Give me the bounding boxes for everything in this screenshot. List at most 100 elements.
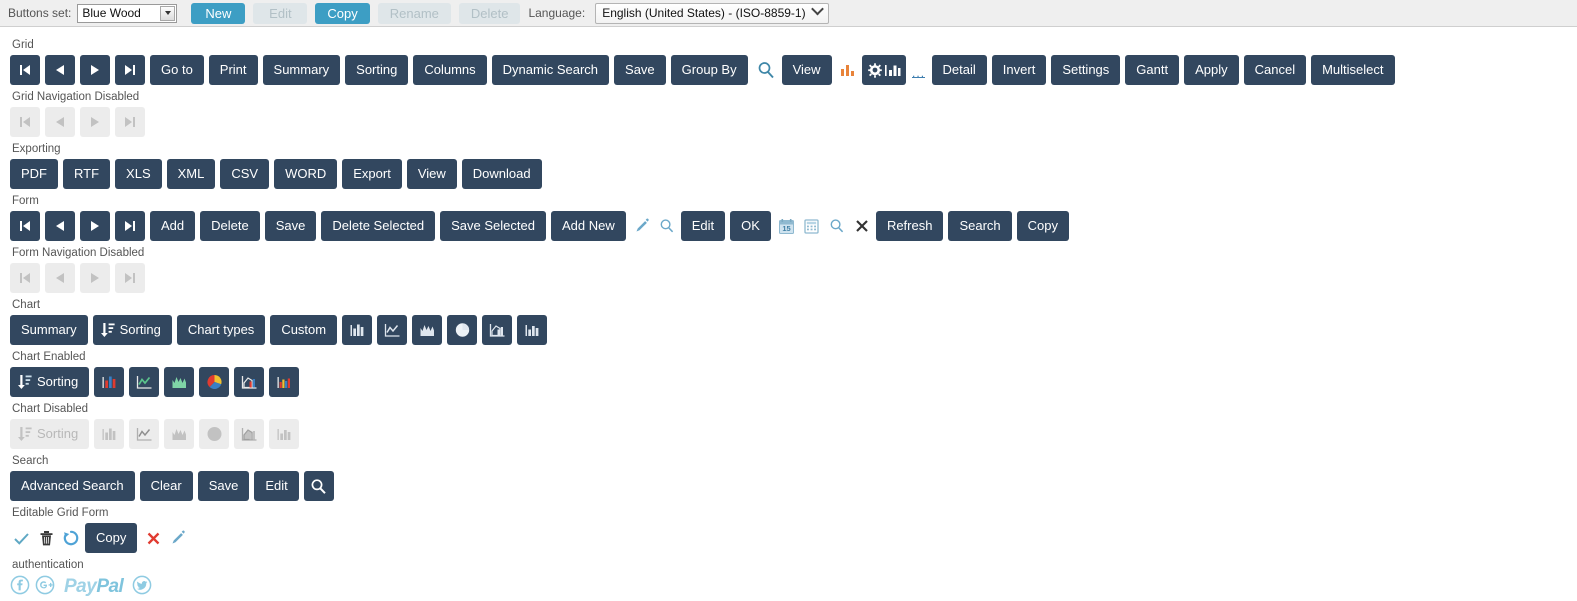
- pencil-icon[interactable]: [167, 523, 189, 553]
- google-plus-icon[interactable]: [35, 575, 55, 598]
- export-xml-button[interactable]: XML: [166, 159, 216, 189]
- chart-enabled-pie-chart-button[interactable]: [199, 367, 230, 397]
- grid-apply-button[interactable]: Apply: [1184, 55, 1239, 85]
- language-select[interactable]: English (United States) - (ISO-8859-1): [595, 2, 829, 24]
- section-form-label: Form: [12, 195, 39, 207]
- chart-column-chart-button[interactable]: [517, 315, 548, 345]
- section-exporting: Exporting PDF RTF XLS XML CSV WORD Expor…: [0, 143, 1577, 189]
- search-edit-button[interactable]: Edit: [254, 471, 299, 501]
- form-save-button[interactable]: Save: [264, 211, 317, 241]
- grid-view-button[interactable]: View: [781, 55, 832, 85]
- copy-button[interactable]: Copy: [315, 2, 370, 24]
- form-next-record-button-disabled: [80, 263, 110, 293]
- grid-chart-settings-button[interactable]: [861, 55, 906, 85]
- ellipsis-icon[interactable]: ...: [911, 55, 927, 85]
- grid-settings-button[interactable]: Settings: [1051, 55, 1121, 85]
- form-copy-button[interactable]: Copy: [1016, 211, 1070, 241]
- grid-goto-button[interactable]: Go to: [150, 55, 204, 85]
- check-icon[interactable]: [10, 523, 32, 553]
- form-ok-button[interactable]: OK: [730, 211, 771, 241]
- chart-line-chart-button[interactable]: [377, 315, 408, 345]
- search-icon[interactable]: [753, 55, 779, 85]
- top-toolbar: Buttons set: Blue Wood New Edit Copy Ren…: [0, 0, 1577, 27]
- grid-next-page-button[interactable]: [80, 55, 110, 85]
- grid-summary-button[interactable]: Summary: [262, 55, 341, 85]
- search-submit-button[interactable]: [303, 471, 334, 501]
- export-pdf-button[interactable]: PDF: [10, 159, 58, 189]
- grid-multiselect-button[interactable]: Multiselect: [1311, 55, 1395, 85]
- buttons-set-label: Buttons set:: [8, 6, 72, 20]
- chart-bar-chart-button[interactable]: [342, 315, 373, 345]
- search-save-button[interactable]: Save: [197, 471, 250, 501]
- chart-summary-button[interactable]: Summary: [10, 315, 88, 345]
- chart-enabled-bar-chart-button[interactable]: [94, 367, 125, 397]
- magnifier-icon[interactable]: [656, 211, 678, 241]
- magnifier-icon[interactable]: [826, 211, 848, 241]
- chart-enabled-sorting-button[interactable]: Sorting: [10, 367, 90, 397]
- grid-first-page-button[interactable]: [10, 55, 40, 85]
- form-delete-selected-button[interactable]: Delete Selected: [321, 211, 436, 241]
- close-icon[interactable]: [142, 523, 164, 553]
- refresh-icon[interactable]: [60, 523, 82, 553]
- grid-print-button[interactable]: Print: [208, 55, 258, 85]
- chart-enabled-column-chart-button[interactable]: [269, 367, 300, 397]
- export-button[interactable]: Export: [342, 159, 402, 189]
- grid-sorting-button[interactable]: Sorting: [345, 55, 409, 85]
- export-rtf-button[interactable]: RTF: [63, 159, 111, 189]
- calculator-icon[interactable]: [801, 211, 823, 241]
- gear-chart-icon: [867, 62, 901, 78]
- grid-save-button[interactable]: Save: [614, 55, 666, 85]
- chart-pie-chart-button[interactable]: [447, 315, 478, 345]
- chart-area-chart-button[interactable]: [412, 315, 443, 345]
- form-add-button[interactable]: Add: [150, 211, 196, 241]
- chart-area-bar-chart-button[interactable]: [482, 315, 513, 345]
- form-last-record-button[interactable]: [115, 211, 145, 241]
- chart-enabled-area-bar-chart-button[interactable]: [234, 367, 265, 397]
- paypal-logo[interactable]: PayPal: [64, 576, 124, 598]
- grid-columns-button[interactable]: Columns: [413, 55, 487, 85]
- form-delete-button[interactable]: Delete: [200, 211, 260, 241]
- section-search-label: Search: [12, 455, 49, 467]
- chart-sorting-button[interactable]: Sorting: [92, 315, 172, 345]
- chart-enabled-line-chart-button[interactable]: [129, 367, 160, 397]
- grid-invert-button[interactable]: Invert: [991, 55, 1047, 85]
- grid-gantt-button[interactable]: Gantt: [1125, 55, 1180, 85]
- previous-record-icon: [56, 221, 64, 231]
- grid-cancel-button[interactable]: Cancel: [1243, 55, 1307, 85]
- trash-icon[interactable]: [35, 523, 57, 553]
- grid-last-page-button-disabled: [115, 107, 145, 137]
- new-button[interactable]: New: [191, 2, 246, 24]
- export-view-button[interactable]: View: [406, 159, 457, 189]
- grid-dynamic-search-button[interactable]: Dynamic Search: [491, 55, 610, 85]
- form-search-button[interactable]: Search: [948, 211, 1012, 241]
- twitter-icon[interactable]: [132, 575, 152, 598]
- chart-custom-button[interactable]: Custom: [270, 315, 338, 345]
- form-refresh-button[interactable]: Refresh: [875, 211, 944, 241]
- chart-types-button[interactable]: Chart types: [176, 315, 266, 345]
- grid-previous-page-button[interactable]: [45, 55, 75, 85]
- export-xls-button[interactable]: XLS: [115, 159, 162, 189]
- export-download-button[interactable]: Download: [461, 159, 542, 189]
- section-form: Form Add Delete Save Delete Selected Sav…: [0, 195, 1577, 241]
- search-clear-button[interactable]: Clear: [139, 471, 193, 501]
- form-first-record-button[interactable]: [10, 211, 40, 241]
- grid-group-by-button[interactable]: Group By: [670, 55, 748, 85]
- grid-last-page-button[interactable]: [115, 55, 145, 85]
- export-csv-button[interactable]: CSV: [220, 159, 270, 189]
- close-icon[interactable]: [851, 211, 873, 241]
- bar-chart-orange-icon[interactable]: [837, 55, 859, 85]
- form-add-new-button[interactable]: Add New: [550, 211, 626, 241]
- editable-grid-copy-button[interactable]: Copy: [85, 523, 138, 553]
- form-next-record-button[interactable]: [80, 211, 110, 241]
- buttons-set-select[interactable]: Blue Wood: [77, 3, 178, 23]
- advanced-search-button[interactable]: Advanced Search: [10, 471, 135, 501]
- pencil-icon[interactable]: [631, 211, 653, 241]
- form-save-selected-button[interactable]: Save Selected: [440, 211, 546, 241]
- form-previous-record-button[interactable]: [45, 211, 75, 241]
- export-word-button[interactable]: WORD: [274, 159, 338, 189]
- form-edit-button[interactable]: Edit: [680, 211, 726, 241]
- chart-enabled-area-chart-button[interactable]: [164, 367, 195, 397]
- grid-detail-button[interactable]: Detail: [931, 55, 987, 85]
- calendar-icon[interactable]: 15: [776, 211, 798, 241]
- facebook-icon[interactable]: [10, 575, 30, 598]
